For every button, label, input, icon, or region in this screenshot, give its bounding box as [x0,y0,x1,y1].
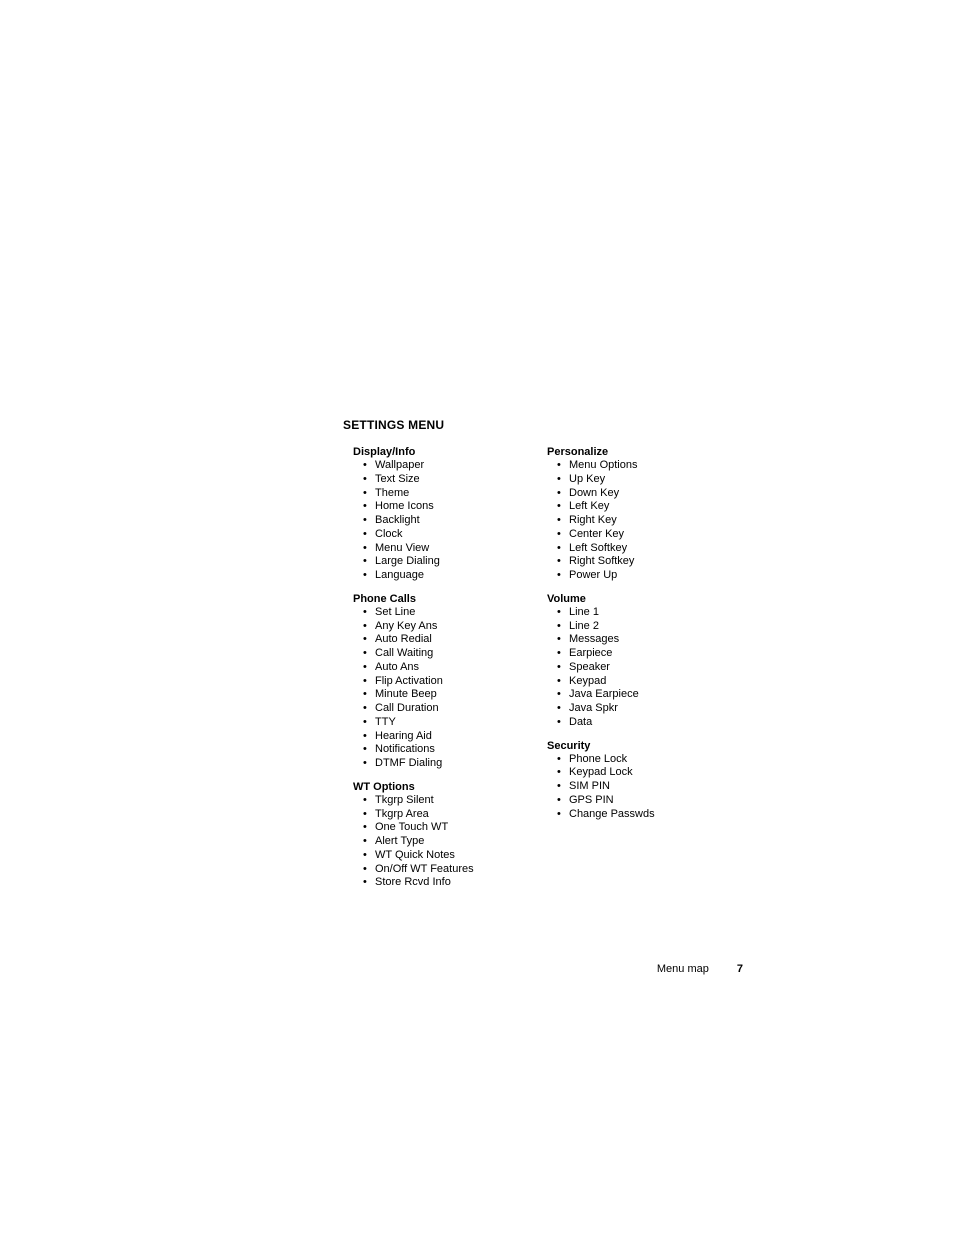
section-heading: Security [547,740,697,752]
list-item: GPS PIN [569,794,697,808]
list-item: Call Waiting [375,647,503,661]
column-right: Personalize Menu Options Up Key Down Key… [537,446,697,900]
list-item: Home Icons [375,500,503,514]
list-item: One Touch WT [375,821,503,835]
section-personalize: Personalize Menu Options Up Key Down Key… [537,446,697,583]
list-item: Auto Redial [375,633,503,647]
section-heading: WT Options [353,781,503,793]
section-heading: Display/Info [353,446,503,458]
list-item: Notifications [375,743,503,757]
list-item: On/Off WT Features [375,863,503,877]
list-item: Change Passwds [569,808,697,822]
list-item: Any Key Ans [375,620,503,634]
list-item: Down Key [569,487,697,501]
list-item: DTMF Dialing [375,757,503,771]
section-display-info: Display/Info Wallpaper Text Size Theme H… [343,446,503,583]
section-heading: Volume [547,593,697,605]
list-item: Call Duration [375,702,503,716]
list-item: WT Quick Notes [375,849,503,863]
list-item: Theme [375,487,503,501]
footer-label: Menu map [657,963,709,975]
list-item: Data [569,716,697,730]
list-item: Right Softkey [569,555,697,569]
list-item: Messages [569,633,697,647]
list-item: Backlight [375,514,503,528]
list-item: Menu View [375,542,503,556]
page-title: SETTINGS MENU [343,418,743,432]
list-item: Store Rcvd Info [375,876,503,890]
list-item: Earpiece [569,647,697,661]
column-left: Display/Info Wallpaper Text Size Theme H… [343,446,503,900]
list-item: Left Key [569,500,697,514]
section-heading: Personalize [547,446,697,458]
list-item: Language [375,569,503,583]
list-item: Menu Options [569,459,697,473]
list-item: Set Line [375,606,503,620]
section-heading: Phone Calls [353,593,503,605]
list-item: Auto Ans [375,661,503,675]
list-item: Line 1 [569,606,697,620]
list-item: Large Dialing [375,555,503,569]
list-item: Tkgrp Silent [375,794,503,808]
list-item: Keypad Lock [569,766,697,780]
list-item: Clock [375,528,503,542]
section-list: Line 1 Line 2 Messages Earpiece Speaker … [537,606,697,730]
list-item: Up Key [569,473,697,487]
section-wt-options: WT Options Tkgrp Silent Tkgrp Area One T… [343,781,503,890]
list-item: Tkgrp Area [375,808,503,822]
page-content: SETTINGS MENU Display/Info Wallpaper Tex… [343,418,743,900]
list-item: SIM PIN [569,780,697,794]
section-volume: Volume Line 1 Line 2 Messages Earpiece S… [537,593,697,730]
list-item: Hearing Aid [375,730,503,744]
list-item: Speaker [569,661,697,675]
list-item: Java Earpiece [569,688,697,702]
list-item: Right Key [569,514,697,528]
list-item: Center Key [569,528,697,542]
section-security: Security Phone Lock Keypad Lock SIM PIN … [537,740,697,822]
list-item: Wallpaper [375,459,503,473]
section-list: Set Line Any Key Ans Auto Redial Call Wa… [343,606,503,771]
section-list: Tkgrp Silent Tkgrp Area One Touch WT Ale… [343,794,503,890]
list-item: Phone Lock [569,753,697,767]
columns-container: Display/Info Wallpaper Text Size Theme H… [343,446,743,900]
list-item: Java Spkr [569,702,697,716]
list-item: Text Size [375,473,503,487]
list-item: Minute Beep [375,688,503,702]
list-item: Alert Type [375,835,503,849]
page-footer: Menu map 7 [343,963,743,975]
section-list: Menu Options Up Key Down Key Left Key Ri… [537,459,697,583]
section-list: Phone Lock Keypad Lock SIM PIN GPS PIN C… [537,753,697,822]
list-item: Line 2 [569,620,697,634]
list-item: TTY [375,716,503,730]
footer-page-number: 7 [737,963,743,975]
list-item: Power Up [569,569,697,583]
list-item: Keypad [569,675,697,689]
section-phone-calls: Phone Calls Set Line Any Key Ans Auto Re… [343,593,503,771]
list-item: Flip Activation [375,675,503,689]
list-item: Left Softkey [569,542,697,556]
section-list: Wallpaper Text Size Theme Home Icons Bac… [343,459,503,583]
